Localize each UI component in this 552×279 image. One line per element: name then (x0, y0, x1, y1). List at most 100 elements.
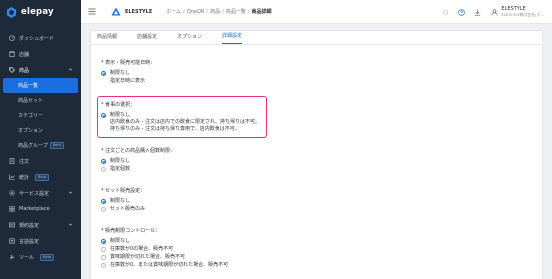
breadcrumb-separator: / (206, 8, 209, 15)
help-button[interactable] (453, 0, 469, 24)
sidebar-item-tools[interactable]: ツール Beta (0, 249, 81, 265)
sidebar-item-stats[interactable]: 統計 Beta (0, 169, 81, 185)
sidebar-item-label: 規約設定 (19, 222, 40, 229)
sidebar-subitem-product-group[interactable]: 商品グループ Beta (0, 138, 81, 153)
option-label: 制限なし (110, 238, 131, 244)
sidebar-item-service-settings[interactable]: サービス設定 (0, 185, 81, 201)
sidebar-item-label: ダッシュボード (19, 35, 55, 42)
radio-option[interactable]: 制限なし (101, 70, 542, 77)
tab-product-info[interactable]: 商品情報 (97, 31, 117, 44)
radio-button[interactable] (101, 263, 106, 268)
sidebar-subitem-option[interactable]: オプション (0, 123, 81, 138)
chevron-down-icon (68, 223, 73, 226)
option-label: 制限なし (110, 158, 131, 164)
brand-logo-icon (111, 7, 121, 16)
option-hint: 指定日時に表示 (101, 78, 542, 85)
breadcrumb-product-list[interactable]: 商品一覧 (226, 8, 246, 15)
option-label: 指定日時に表示 (110, 78, 146, 84)
section-label-text: 注文ごとの商品購入個数制限： (105, 148, 176, 154)
menu-icon (88, 8, 96, 15)
radio-option[interactable]: 制限なし (101, 198, 542, 205)
radio-button[interactable] (101, 255, 106, 260)
breadcrumb-separator: / (222, 8, 224, 15)
sidebar-item-label: 商品 (19, 67, 30, 74)
tab-options[interactable]: オプション (177, 31, 202, 44)
bell-icon (443, 9, 448, 15)
tool-icon (8, 254, 15, 261)
stats-icon (8, 174, 15, 181)
option-label: 制限なし (110, 198, 131, 204)
sidebar-item-orders[interactable]: 注文 (0, 153, 81, 169)
beta-badge: Beta (35, 173, 50, 181)
user-org: ELESTYLE株式会社(デ... (501, 12, 544, 17)
radio-button[interactable] (101, 207, 106, 212)
radio-option[interactable]: セット販売のみ (101, 206, 542, 213)
chevron-down-icon (68, 191, 73, 194)
notification-button[interactable] (437, 0, 453, 24)
section-label: * 販売制限コントロール： (101, 228, 161, 234)
menu-toggle-button[interactable] (81, 0, 103, 24)
radio-option[interactable]: 賞味期限が切れた場合、販売不可 (101, 254, 542, 261)
store-icon (8, 51, 15, 58)
sidebar-subitem-product-set[interactable]: 商品セット (0, 93, 81, 108)
brand: ELESTYLE (111, 7, 152, 16)
user-menu[interactable]: ELESTYLE ELESTYLE株式会社(デ... (491, 6, 544, 18)
header: ELESTYLE ホーム / OneQR / 商品 / 商品一覧 / 商品詳細 … (81, 0, 552, 24)
breadcrumb-separator: / (247, 8, 250, 15)
sidebar-item-label: 店舗 (19, 51, 30, 58)
product-detail-card: 商品情報 店舗設定 オプション 詳細設定 * 表示・販売可能日時： 制限なし 指… (90, 30, 543, 279)
sale-restriction-control-section: * 販売制限コントロール： 制限なし 在庫数が0の場合、販売不可 賞味期限が切れ… (101, 227, 542, 269)
sidebar-subitem-label: 商品グループ (18, 143, 48, 149)
radio-option[interactable]: 在庫数が0、または賞味期限が切れた場合、販売不可 (101, 262, 542, 269)
section-label-text: セット販売設定： (105, 188, 146, 194)
radio-option[interactable]: 指定個数 (101, 166, 542, 173)
sidebar-subitem-product-list[interactable]: 商品一覧 (3, 78, 78, 93)
tag-icon (8, 67, 15, 74)
tab-store-settings[interactable]: 店舗設定 (137, 31, 157, 44)
sidebar-subitem-label: オプション (18, 128, 44, 134)
option-text: 制限なし 店内飲食のみ - 注文は店内での飲食に限定され、持ち帰りは不可。 持ち… (110, 112, 260, 133)
sidebar-item-marketplace[interactable]: Marketplace (0, 201, 81, 217)
section-label-text: 表示・販売可能日時： (105, 60, 156, 66)
tab-bar: 商品情報 店舗設定 オプション 詳細設定 (91, 31, 542, 45)
sidebar-subitem-category[interactable]: カテゴリー (0, 108, 81, 123)
section-label: * 食事の選択： (101, 102, 136, 108)
sidebar-subitem-label: 商品一覧 (18, 83, 39, 89)
sidebar-item-terms[interactable]: 規約設定 (0, 217, 81, 233)
sidebar-item-label: 注文 (19, 158, 30, 165)
radio-button[interactable] (101, 113, 106, 118)
section-label: * 注文ごとの商品購入個数制限： (101, 148, 176, 154)
radio-option[interactable]: 制限なし (101, 238, 542, 245)
breadcrumb-products[interactable]: 商品 (210, 8, 220, 15)
sidebar-item-dashboard[interactable]: ダッシュボード (0, 30, 81, 46)
radio-option[interactable]: 在庫数が0の場合、販売不可 (101, 246, 542, 253)
tab-detail-settings[interactable]: 詳細設定 (222, 31, 243, 44)
sidebar-item-language[interactable]: 言語設定 (0, 233, 81, 249)
beta-badge: Beta (49, 142, 64, 149)
radio-button[interactable] (101, 247, 106, 252)
section-label: * セット販売設定： (101, 188, 146, 194)
option-label: 制限なし (110, 112, 131, 118)
sidebar-item-store[interactable]: 店舗 (0, 46, 81, 62)
document-icon (8, 222, 15, 229)
elepay-logo-icon (6, 6, 17, 18)
radio-button[interactable] (101, 199, 106, 204)
radio-option[interactable]: 制限なし (101, 158, 542, 165)
logo[interactable]: elepay (0, 0, 81, 24)
meal-selection-section: * 食事の選択： 制限なし 店内飲食のみ - 注文は店内での飲食に限定され、持ち… (101, 101, 542, 133)
radio-button[interactable] (101, 167, 106, 172)
download-button[interactable] (469, 0, 485, 24)
breadcrumb-oneqr[interactable]: OneQR (187, 9, 205, 15)
section-label-text: 販売制限コントロール： (105, 228, 161, 234)
radio-button[interactable] (101, 71, 106, 76)
radio-button[interactable] (101, 159, 106, 164)
sidebar-item-products[interactable]: 商品 (0, 62, 81, 78)
radio-button[interactable] (101, 239, 106, 244)
sidebar-item-label: 統計 (19, 174, 30, 181)
radio-option[interactable]: 制限なし 店内飲食のみ - 注文は店内での飲食に限定され、持ち帰りは不可。 持ち… (101, 112, 542, 133)
breadcrumb-home[interactable]: ホーム (166, 8, 181, 15)
sidebar-item-label: 言語設定 (19, 238, 40, 245)
breadcrumb-separator: / (183, 8, 185, 15)
sidebar-item-label: サービス設定 (19, 190, 50, 197)
breadcrumb-current: 商品詳細 (251, 9, 272, 15)
